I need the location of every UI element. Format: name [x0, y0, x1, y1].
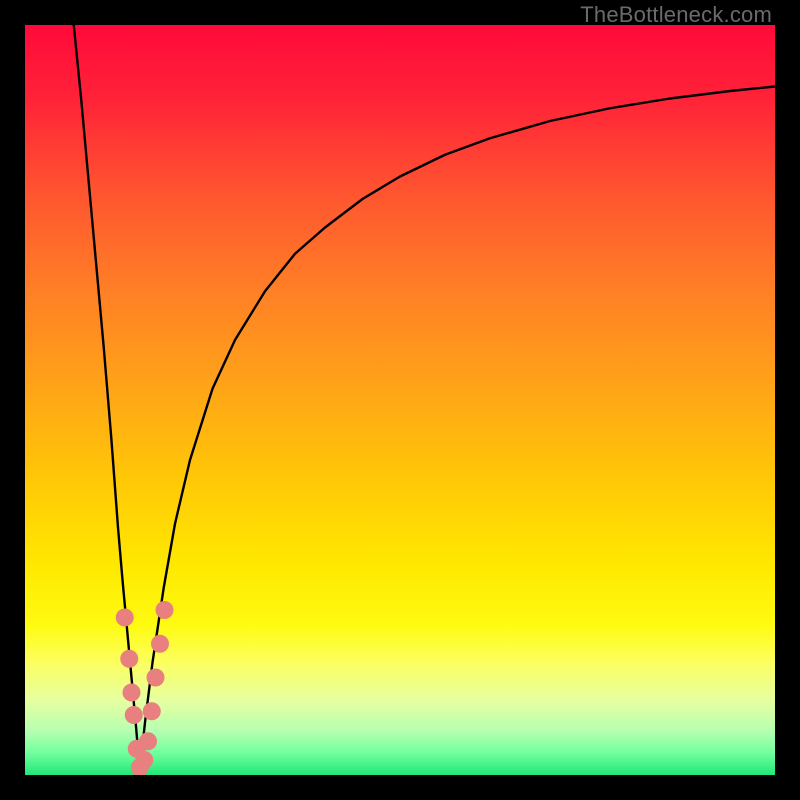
data-marker [116, 609, 134, 627]
data-marker [125, 706, 143, 724]
data-marker [139, 732, 157, 750]
data-marker [120, 650, 138, 668]
curve-layer [25, 25, 775, 775]
curve-right-branch [140, 87, 775, 772]
data-marker [147, 669, 165, 687]
data-marker [151, 635, 169, 653]
data-marker [123, 684, 141, 702]
plot-area [25, 25, 775, 775]
watermark-text: TheBottleneck.com [580, 2, 772, 28]
data-marker [135, 751, 153, 769]
data-markers [116, 601, 174, 775]
chart-frame: TheBottleneck.com [0, 0, 800, 800]
data-marker [156, 601, 174, 619]
data-marker [143, 702, 161, 720]
